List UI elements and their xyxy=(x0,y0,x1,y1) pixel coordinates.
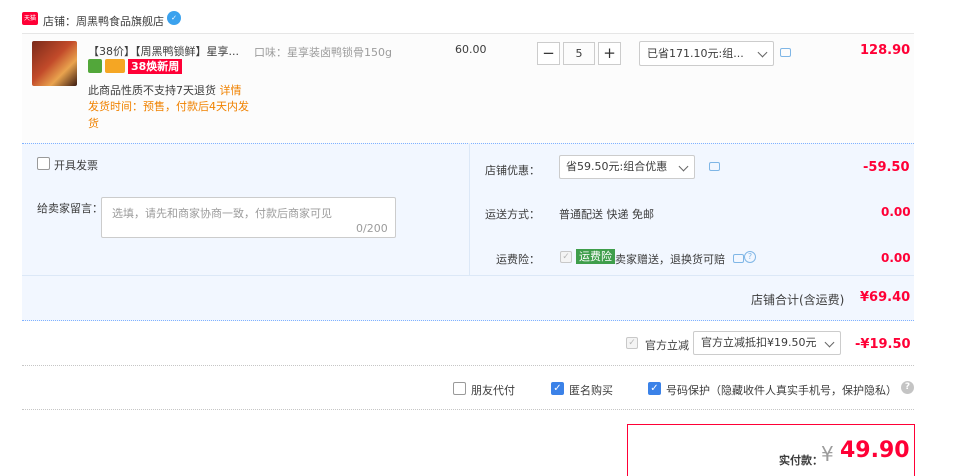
chevron-down-icon xyxy=(757,47,768,58)
shop-name[interactable]: 店铺：周黑鸭食品旗舰店 xyxy=(43,13,164,29)
product-spec: 口味：星享装卤鸭锁骨150g xyxy=(254,46,392,59)
message-placeholder: 选填，请先和商家协商一致，付款后商家可见 xyxy=(112,207,332,220)
section-divider xyxy=(22,365,914,366)
shop-total-label: 店铺合计(含运费) xyxy=(751,293,845,307)
phone-protect-checkbox[interactable]: ✓ xyxy=(648,382,661,395)
shop-discount-amount: -59.50 xyxy=(863,160,910,175)
ship-time: 发货时间：预售，付款后4天内发货 xyxy=(88,100,249,130)
message-label: 给卖家留言： xyxy=(37,202,103,215)
insurance-checkbox: ✓ xyxy=(560,251,572,263)
item-discount-value: 已省171.10元:组... xyxy=(647,47,744,60)
return-notice: 此商品性质不支持7天退货 详情 xyxy=(88,82,242,98)
shipping-amount: 0.00 xyxy=(881,205,911,219)
help-icon[interactable]: ? xyxy=(744,251,756,263)
options-divider xyxy=(22,275,914,276)
official-discount-value: 官方立减抵扣¥19.50元 xyxy=(701,336,817,349)
insurance-text: 卖家赠送，退换货可赔 xyxy=(615,253,725,266)
chevron-down-icon xyxy=(678,161,689,172)
payment-currency: ¥ xyxy=(821,442,834,466)
anonymous-checkbox[interactable]: ✓ xyxy=(551,382,564,395)
official-discount-checkbox: ✓ xyxy=(626,337,638,349)
invoice-label[interactable]: 开具发票 xyxy=(54,157,98,173)
wangwang-chat-icon[interactable]: ✓ xyxy=(167,11,181,25)
friend-pay-label[interactable]: 朋友代付 xyxy=(471,382,515,398)
promo-badge: 38焕新周 xyxy=(128,59,183,74)
tmall-shop-icon: 天猫 xyxy=(22,12,38,25)
chat-bubble-icon[interactable] xyxy=(780,48,791,57)
message-char-count: 0/200 xyxy=(356,222,388,235)
shop-discount-select[interactable]: 省59.50元:组合优惠 xyxy=(559,155,695,179)
shipping-value: 普通配送 快递 免邮 xyxy=(559,208,654,221)
chat-bubble-icon[interactable] xyxy=(709,162,720,171)
return-notice-link[interactable]: 详情 xyxy=(220,84,242,97)
product-thumbnail[interactable] xyxy=(32,41,77,86)
anonymous-label[interactable]: 匿名购买 xyxy=(569,382,613,398)
official-discount-label: 官方立减 xyxy=(645,339,689,352)
question-icon[interactable]: ? xyxy=(901,381,914,394)
quantity-increase-button[interactable]: + xyxy=(598,42,621,65)
invoice-checkbox[interactable] xyxy=(37,157,50,170)
insurance-tag: 运费险 xyxy=(576,249,615,264)
insurance-label: 运费险： xyxy=(496,253,540,266)
section-divider xyxy=(22,409,914,410)
item-subtotal: 128.90 xyxy=(860,43,911,58)
chat-bubble-icon[interactable] xyxy=(733,254,744,263)
quantity-decrease-button[interactable]: − xyxy=(537,42,560,65)
shop-total-amount: ¥69.40 xyxy=(860,290,911,305)
payment-label: 实付款： xyxy=(779,454,823,467)
phone-protect-label[interactable]: 号码保护（隐藏收件人真实手机号，保护隐私） xyxy=(666,382,897,398)
chevron-down-icon xyxy=(824,337,835,348)
product-title[interactable]: 【38价】【周黑鸭锁鲜】星享... xyxy=(88,43,239,59)
official-discount-select[interactable]: 官方立减抵扣¥19.50元 xyxy=(693,331,841,355)
return-notice-text: 此商品性质不支持7天退货 xyxy=(88,84,216,97)
official-discount-amount: -¥19.50 xyxy=(855,337,911,352)
unit-price: 60.00 xyxy=(455,43,487,56)
service-badge-icon xyxy=(88,59,102,73)
item-discount-select[interactable]: 已省171.10元:组... xyxy=(639,41,774,66)
shipping-label: 运送方式： xyxy=(485,208,540,221)
payment-amount: 49.90 xyxy=(840,438,910,463)
friend-pay-checkbox[interactable] xyxy=(453,382,466,395)
card-badge-icon xyxy=(105,59,125,73)
insurance-amount: 0.00 xyxy=(881,251,911,265)
shop-discount-label: 店铺优惠： xyxy=(485,164,540,177)
quantity-input[interactable]: 5 xyxy=(563,42,595,65)
shop-discount-value: 省59.50元:组合优惠 xyxy=(566,160,668,173)
